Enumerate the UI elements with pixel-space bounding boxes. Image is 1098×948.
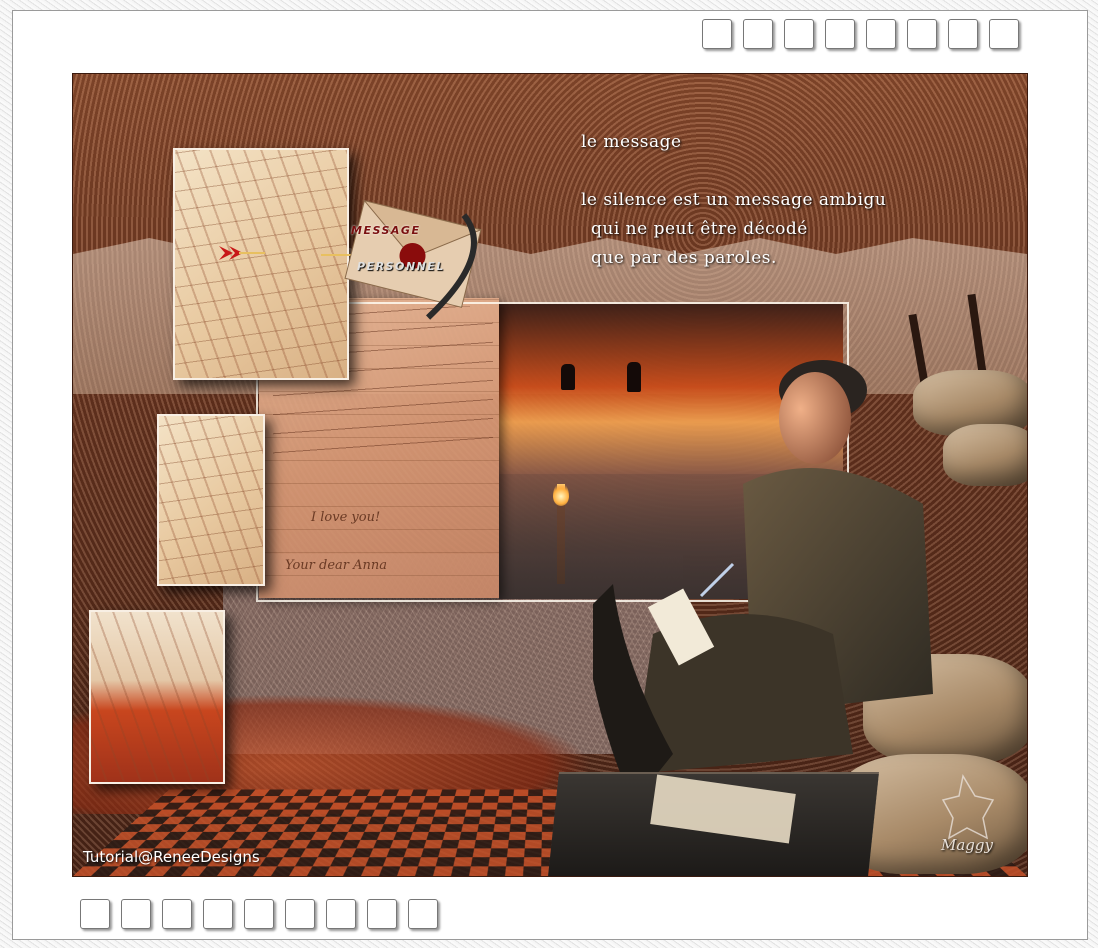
envelope-label-top: MESSAGE	[351, 224, 421, 237]
quote-line-1: le silence est un message ambigu	[581, 190, 887, 210]
decor-square	[244, 899, 274, 929]
decor-square	[784, 19, 814, 49]
top-square-row	[702, 19, 1019, 49]
decor-square	[408, 899, 438, 929]
handwriting-texture	[91, 612, 223, 782]
envelope-label-bottom: PERSONNEL	[357, 260, 445, 273]
decor-square	[743, 19, 773, 49]
decor-square	[866, 19, 896, 49]
handwriting-texture	[175, 150, 347, 378]
decor-square	[326, 899, 356, 929]
quote-line-2: qui ne peut être décodé	[591, 219, 808, 239]
decor-square	[285, 899, 315, 929]
decor-square	[203, 899, 233, 929]
artwork-canvas: I love you! Your dear Anna MESSAGE PERSO…	[72, 73, 1028, 877]
letter-collage-card	[173, 148, 349, 380]
decor-square	[702, 19, 732, 49]
sandbag	[943, 424, 1027, 486]
soldier-figure	[593, 360, 933, 804]
decor-square	[948, 19, 978, 49]
decor-square	[367, 899, 397, 929]
tutorial-credit: Tutorial@ReneeDesigns	[83, 848, 260, 866]
decor-square	[907, 19, 937, 49]
red-arrow-icon	[219, 246, 265, 260]
letter-collage-card	[157, 414, 265, 586]
handwriting-texture	[159, 416, 263, 584]
bottom-square-row	[80, 899, 438, 929]
letter-collage-card	[89, 610, 225, 784]
decor-square	[80, 899, 110, 929]
decor-square	[989, 19, 1019, 49]
quote-line-3: que par des paroles.	[591, 248, 777, 268]
decor-square	[825, 19, 855, 49]
artwork-heading: le message	[581, 132, 682, 152]
artist-signature: Maggy	[941, 836, 993, 854]
decor-square	[121, 899, 151, 929]
decor-square	[162, 899, 192, 929]
